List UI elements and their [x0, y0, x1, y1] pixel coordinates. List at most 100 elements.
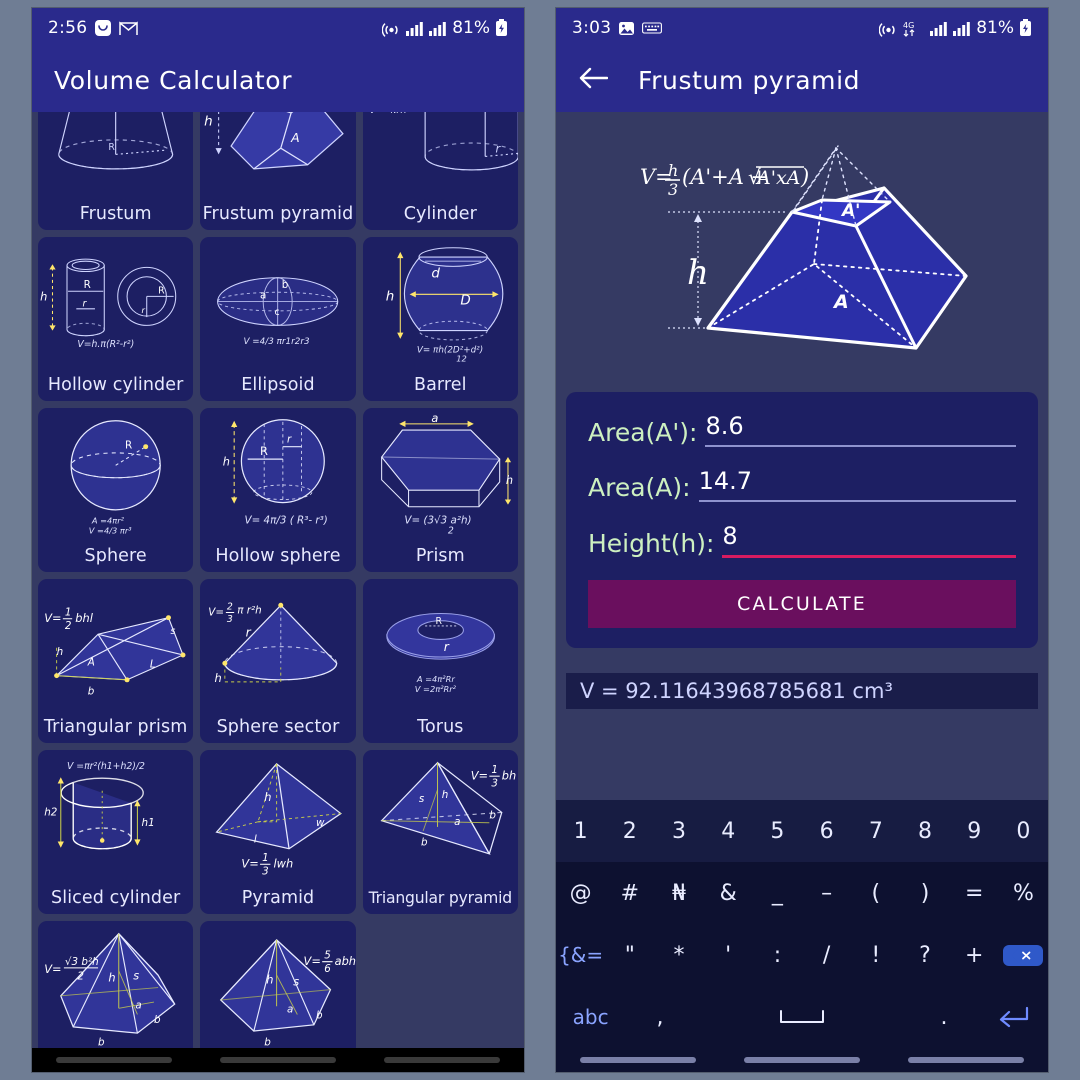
backspace-icon[interactable] [999, 924, 1048, 986]
key-space[interactable] [695, 986, 910, 1048]
back-arrow-icon[interactable] [578, 67, 609, 93]
enter-icon[interactable] [979, 986, 1048, 1048]
nav-back-indicator[interactable] [384, 1057, 500, 1063]
key-hash[interactable]: # [605, 862, 654, 924]
svg-text:h: h [267, 972, 274, 986]
field-height[interactable]: Height(h): 8 [588, 524, 1016, 558]
torus-figure: R r A =4π²Rr V =2π²Rr² [363, 579, 518, 719]
key-question[interactable]: ? [900, 924, 949, 986]
hexagonal-prism-figure: a h V= (3√3 a²h) 2 [363, 408, 518, 548]
shape-card-sphere-sector[interactable]: V= 2 3 π r²h r h Sphere sector [200, 579, 356, 743]
key-apostrophe[interactable]: ' [704, 924, 753, 986]
svg-text:h: h [215, 671, 222, 685]
nav-home-indicator[interactable] [744, 1057, 860, 1063]
key-at[interactable]: @ [556, 862, 605, 924]
svg-text:l: l [254, 834, 257, 846]
key-5[interactable]: 5 [753, 800, 802, 862]
key-colon[interactable]: : [753, 924, 802, 986]
svg-text:h: h [265, 790, 272, 804]
svg-text:12: 12 [456, 354, 467, 364]
shape-card-label: Triangular prism [43, 716, 188, 737]
right-navigation-bar[interactable] [556, 1048, 1048, 1072]
height-input[interactable]: 8 [722, 524, 1016, 558]
key-2[interactable]: 2 [605, 800, 654, 862]
svg-text:A: A [832, 291, 849, 313]
shape-card-frustum[interactable]: h R Frustum [38, 112, 194, 230]
svg-text:r: r [495, 141, 501, 155]
sphere-figure: R A =4πr² V =4/3 πr³ [38, 408, 193, 548]
area-a-input[interactable]: 14.7 [698, 469, 1016, 502]
shape-card-cylinder[interactable]: h r A =2πrh+2πr V = πrh Cylinder [362, 112, 518, 230]
key-comma[interactable]: , [625, 986, 694, 1048]
field-area-a[interactable]: Area(A): 14.7 [588, 469, 1016, 502]
shape-card-barrel[interactable]: h d D V= πh(2D²+d²) 12 Barrel [362, 237, 518, 401]
key-paren-close[interactable]: ) [900, 862, 949, 924]
key-asterisk[interactable]: * [654, 924, 703, 986]
svg-text:R: R [435, 616, 442, 627]
key-abc-toggle[interactable]: abc [556, 986, 625, 1048]
field-area-a-prime[interactable]: Area(A'): 8.6 [588, 414, 1016, 447]
right-phone: 3:03 4G 81% Frustum pyramid h A' A V= h … [556, 8, 1048, 1072]
key-6[interactable]: 6 [802, 800, 851, 862]
svg-text:R: R [84, 279, 91, 291]
key-ampersand[interactable]: & [704, 862, 753, 924]
key-slash[interactable]: / [802, 924, 851, 986]
shape-card-triangular-prism[interactable]: h A b L s V= 1 2 bhl Triangular prism [38, 579, 194, 743]
shape-card-sliced-cylinder[interactable]: h2 h1 V =πr²(h1+h2)/2 Sliced cylinder [38, 750, 194, 914]
keyboard-row-bottom: abc , . [556, 986, 1048, 1048]
nav-recents-indicator[interactable] [580, 1057, 696, 1063]
key-paren-open[interactable]: ( [851, 862, 900, 924]
shape-card-frustum-pyramid[interactable]: h A A' Frustum pyramid [200, 112, 356, 230]
svg-text:r: r [83, 299, 88, 310]
key-equals[interactable]: = [950, 862, 999, 924]
svg-text:d: d [431, 267, 440, 282]
nav-recents-indicator[interactable] [56, 1057, 172, 1063]
svg-text:V= 4π/3 ( R³- r³): V= 4π/3 ( R³- r³) [245, 514, 328, 526]
shape-card-label: Barrel [413, 374, 467, 395]
key-percent[interactable]: % [999, 862, 1048, 924]
svg-text:π r²h: π r²h [238, 605, 262, 617]
svg-text:b: b [154, 1014, 161, 1026]
key-period[interactable]: . [909, 986, 978, 1048]
key-9[interactable]: 9 [950, 800, 999, 862]
svg-text:bh: bh [501, 768, 515, 782]
shape-card-hollow-cylinder[interactable]: h R r R r V=h.π(R²-r²) Hollow cylinder [38, 237, 194, 401]
status-time: 2:56 [48, 18, 88, 38]
shapes-grid-screen[interactable]: h R Frustum [32, 112, 524, 1072]
shape-card-hollow-sphere[interactable]: h R r V= 4π/3 ( R³- r³) Hollow sphere [200, 408, 356, 572]
svg-text:h: h [687, 253, 709, 293]
nav-back-indicator[interactable] [908, 1057, 1024, 1063]
key-exclamation[interactable]: ! [851, 924, 900, 986]
key-symbols-toggle[interactable]: {&= [556, 924, 605, 986]
area-a-prime-input[interactable]: 8.6 [705, 414, 1016, 447]
shape-card-triangular-pyramid[interactable]: h s a b b V= 1 3 bh Triangular pyramid [362, 750, 518, 914]
on-screen-keyboard[interactable]: 1 2 3 4 5 6 7 8 9 0 @ # ₦ & _ – () = % … [556, 800, 1048, 1048]
key-dash[interactable]: – [802, 862, 851, 924]
key-underscore[interactable]: _ [753, 862, 802, 924]
svg-text:2: 2 [448, 526, 454, 537]
left-navigation-bar[interactable] [32, 1048, 524, 1072]
calculate-button[interactable]: CALCULATE [588, 580, 1016, 628]
shape-card-prism[interactable]: a h V= (3√3 a²h) 2 Prism [362, 408, 518, 572]
shape-card-torus[interactable]: R r A =4π²Rr V =2π²Rr² Torus [362, 579, 518, 743]
key-naira[interactable]: ₦ [654, 862, 703, 924]
key-0[interactable]: 0 [999, 800, 1048, 862]
key-plus[interactable]: + [950, 924, 999, 986]
key-quote-double[interactable]: " [605, 924, 654, 986]
svg-text:h: h [506, 473, 513, 487]
key-3[interactable]: 3 [654, 800, 703, 862]
key-7[interactable]: 7 [851, 800, 900, 862]
svg-text:V =4/3 πr1r2r3: V =4/3 πr1r2r3 [244, 337, 310, 347]
key-8[interactable]: 8 [900, 800, 949, 862]
svg-text:V= (3√3 a²h): V= (3√3 a²h) [404, 514, 471, 526]
shape-card-pyramid[interactable]: h w l V= 1 3 lwh Pyramid [200, 750, 356, 914]
svg-text:h: h [441, 789, 448, 801]
nav-home-indicator[interactable] [220, 1057, 336, 1063]
key-1[interactable]: 1 [556, 800, 605, 862]
svg-text:r: r [443, 639, 449, 654]
hollow-cylinder-figure: h R r R r V=h.π(R²-r²) [38, 237, 193, 377]
shape-card-sphere[interactable]: R A =4πr² V =4/3 πr³ Sphere [38, 408, 194, 572]
shape-card-ellipsoid[interactable]: a b c V =4/3 πr1r2r3 Ellipsoid [200, 237, 356, 401]
key-4[interactable]: 4 [704, 800, 753, 862]
svg-text:V =4/3 πr³: V =4/3 πr³ [89, 526, 133, 536]
